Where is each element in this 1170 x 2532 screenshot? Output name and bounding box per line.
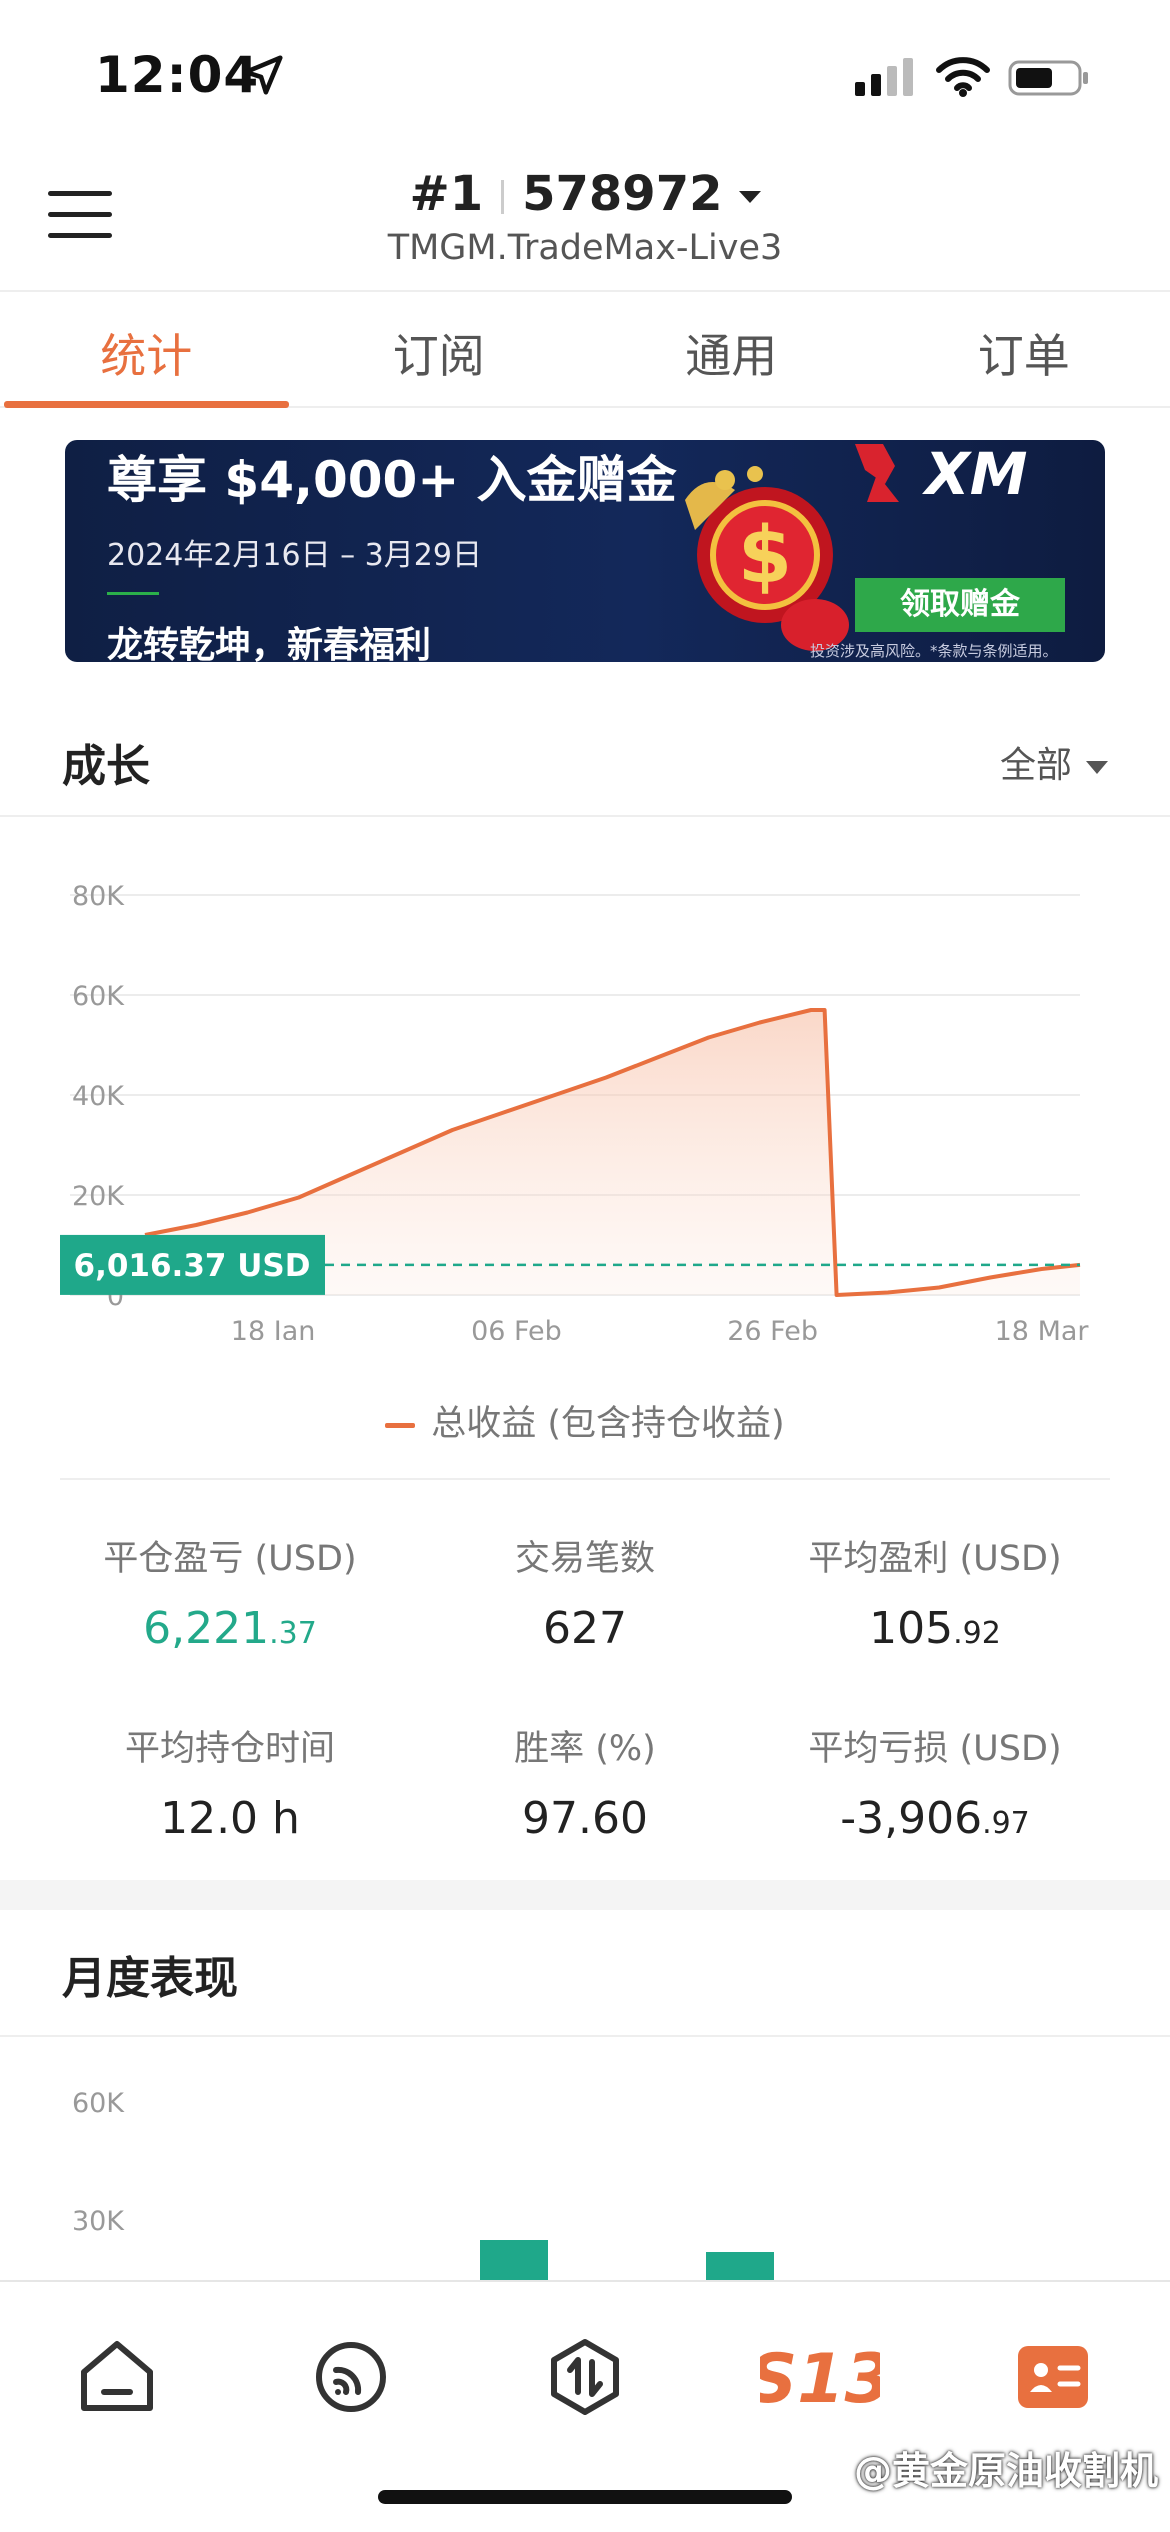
cellular-signal-icon: [855, 58, 913, 96]
monthly-y-tick: 60K: [72, 2088, 125, 2119]
tab-statistics[interactable]: 统计: [0, 292, 293, 408]
claim-bonus-button[interactable]: 领取赠金: [855, 578, 1065, 632]
stat-value: 12.0 h: [160, 1793, 300, 1844]
growth-title: 成长: [62, 741, 150, 792]
y-tick-label: 80K: [72, 881, 125, 912]
banner-brand: XM: [922, 440, 1027, 504]
current-value-label: 6,016.37 USD: [74, 1248, 311, 1284]
trade-icon[interactable]: [540, 2332, 630, 2422]
stat-value: 97.60: [522, 1793, 648, 1844]
location-arrow-icon: [243, 55, 283, 95]
account-number: 578972: [522, 166, 723, 222]
s13-brand-mark: S13: [760, 2340, 880, 2419]
signal-icon[interactable]: [306, 2332, 396, 2422]
stat-trade-count: 交易笔数 627: [410, 1530, 760, 1654]
stat-win-rate: 胜率 (%) 97.60: [410, 1720, 760, 1844]
status-bar: 12:04: [0, 0, 1170, 140]
home-icon[interactable]: [72, 2332, 162, 2422]
stat-value: -3,906.97: [840, 1793, 1030, 1844]
chevron-down-icon: [1086, 760, 1108, 774]
wifi-icon: [936, 57, 990, 97]
legend-swatch: [385, 1422, 416, 1428]
monthly-section-header: 月度表现: [0, 1912, 1170, 2022]
x-tick-label: 06 Feb: [471, 1316, 562, 1340]
battery-icon: [1008, 60, 1088, 96]
stat-avg-profit: 平均盈利 (USD) 105.92: [760, 1530, 1110, 1654]
account-card-icon[interactable]: [1008, 2332, 1098, 2422]
stat-closed-pnl: 平仓盈亏 (USD) 6,221.37: [55, 1530, 405, 1654]
divider: [0, 2035, 1170, 2037]
status-time: 12:04: [95, 46, 260, 104]
watermark: @黄金原油收割机: [853, 2449, 1158, 2493]
divider: [501, 180, 505, 214]
stat-label: 胜率 (%): [514, 1729, 656, 1769]
banner-disclaimer: 投资涉及高风险。*条款与条例适用。: [810, 642, 1058, 660]
monthly-bar: [480, 2240, 548, 2280]
stat-label: 平均持仓时间: [124, 1729, 335, 1769]
tab-orders[interactable]: 订单: [878, 292, 1170, 406]
banner-title: 尊享 $4,000+ 入金赠金: [107, 451, 677, 509]
svg-text:$: $: [738, 511, 792, 601]
stat-avg-hold-time: 平均持仓时间 12.0 h: [55, 1720, 405, 1844]
stats-grid: 平仓盈亏 (USD) 6,221.37 交易笔数 627 平均盈利 (USD) …: [60, 1478, 1110, 1878]
growth-section-header: 成长 全部: [0, 700, 1170, 810]
stat-label: 平仓盈亏 (USD): [103, 1539, 357, 1579]
app-header: #1 578972 TMGM.TradeMax-Live3: [0, 140, 1170, 290]
legend-label: 总收益 (包含持仓收益): [431, 1404, 785, 1444]
stat-avg-loss: 平均亏损 (USD) -3,906.97: [760, 1720, 1110, 1844]
banner-subtitle: 龙转乾坤，新春福利: [107, 625, 432, 662]
tab-subscribe[interactable]: 订阅: [293, 292, 586, 406]
current-value-badge: 6,016.37 USD: [60, 1234, 325, 1295]
banner-date: 2024年2月16日 – 3月29日: [107, 538, 482, 573]
y-tick-label: 20K: [72, 1181, 125, 1212]
divider: [0, 815, 1170, 817]
xm-logo: XM: [855, 440, 1027, 504]
home-indicator[interactable]: [378, 2490, 792, 2504]
x-tick-label: 26 Feb: [727, 1316, 818, 1340]
stat-value: 105.92: [869, 1603, 1001, 1654]
s13-logo-icon[interactable]: S13: [760, 2332, 880, 2422]
growth-filter-label: 全部: [999, 745, 1072, 786]
x-tick-label: 18 Mar: [995, 1316, 1090, 1340]
account-prefix: #1: [409, 166, 484, 222]
banner-rule: [107, 592, 159, 595]
account-selector[interactable]: #1 578972: [0, 166, 1170, 222]
dragon-coin-illustration: $: [685, 466, 849, 651]
monthly-chart: 60K 30K: [72, 2088, 774, 2280]
x-tick-label: 18 Jan: [231, 1316, 316, 1340]
promo-banner[interactable]: 尊享 $4,000+ 入金赠金 2024年2月16日 – 3月29日 龙转乾坤，…: [65, 440, 1105, 662]
stat-label: 交易笔数: [514, 1539, 655, 1579]
tab-general[interactable]: 通用: [585, 292, 878, 406]
monthly-y-tick: 30K: [72, 2206, 125, 2237]
stat-value: 6,221.37: [143, 1603, 317, 1654]
stat-label: 平均亏损 (USD): [808, 1729, 1062, 1769]
stat-value: 627: [543, 1603, 627, 1654]
monthly-title: 月度表现: [62, 1953, 238, 2004]
stat-label: 平均盈利 (USD): [808, 1539, 1062, 1579]
y-tick-label: 60K: [72, 981, 125, 1012]
growth-filter-dropdown[interactable]: 全部: [1000, 736, 1108, 788]
section-gap: [0, 1880, 1170, 1910]
tab-bar: 统计 订阅 通用 订单: [0, 290, 1170, 408]
monthly-bar: [706, 2252, 774, 2280]
server-name: TMGM.TradeMax-Live3: [387, 228, 783, 268]
chevron-down-icon: [738, 191, 761, 203]
growth-chart: 020K40K60K80K 18 Jan 06 Feb 26 Feb 18 Mar 6…: [60, 881, 1090, 1340]
chart-legend: 总收益 (包含持仓收益): [0, 1395, 1170, 1446]
y-tick-label: 40K: [72, 1081, 125, 1112]
